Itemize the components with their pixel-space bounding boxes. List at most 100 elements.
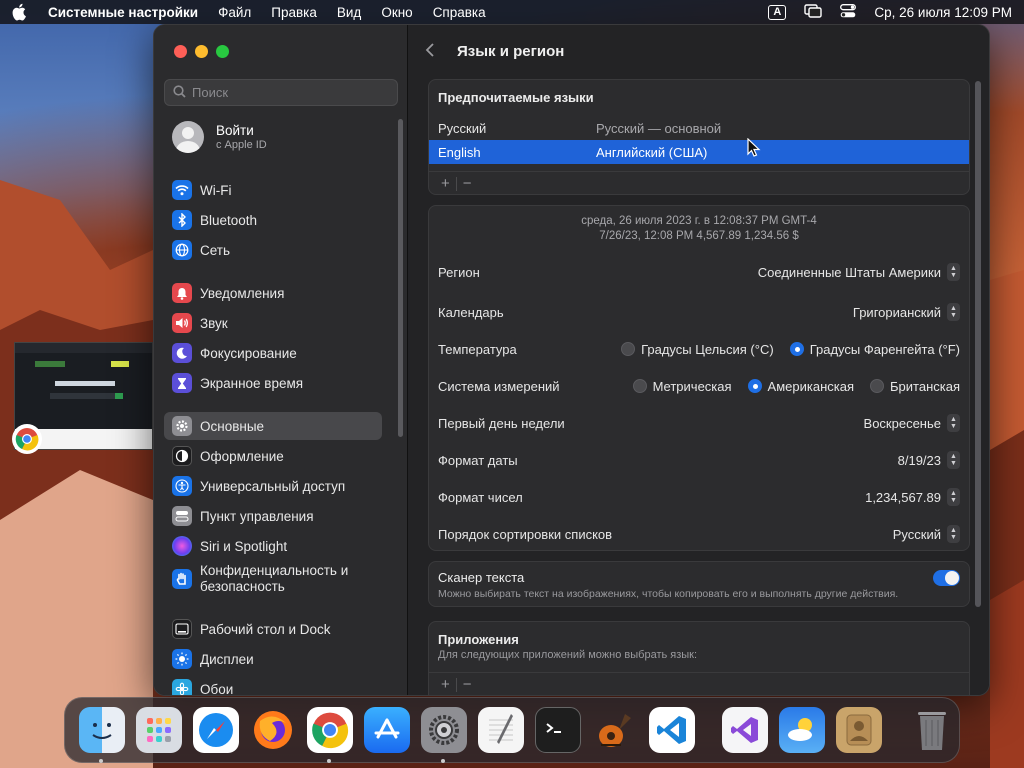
apple-id-signin[interactable]: Войти с Apple ID <box>172 121 267 153</box>
zoom-button[interactable] <box>216 45 229 58</box>
first-day-popup[interactable]: Воскресенье ▲ ▼ <box>864 414 960 432</box>
radio-label: Американская <box>767 378 855 394</box>
us-radio[interactable]: Американская <box>747 378 855 394</box>
add-language-button[interactable]: + <box>435 175 456 192</box>
sidebar-item-sound[interactable]: Звук <box>164 309 382 337</box>
sidebar-item-accessibility[interactable]: Универсальный доступ <box>164 472 382 500</box>
sidebar-item-siri-spotlight[interactable]: Siri и Spotlight <box>164 532 382 560</box>
sidebar-item-label: Уведомления <box>200 285 285 301</box>
pane-header: Язык и регион <box>409 25 989 77</box>
menu-clock[interactable]: Ср, 26 июля 12:09 PM <box>874 5 1012 20</box>
sidebar-scrollbar[interactable] <box>398 119 403 437</box>
celsius-radio[interactable]: Градусы Цельсия (°C) <box>621 342 774 357</box>
sidebar-item-general[interactable]: Основные <box>164 412 382 440</box>
measurement-radio-group: Метрическая Американская Британская <box>632 378 960 394</box>
vscode-icon[interactable] <box>648 707 695 753</box>
sidebar-item-desktop-dock[interactable]: Рабочий стол и Dock <box>164 615 382 643</box>
remove-app-button[interactable]: − <box>457 676 478 693</box>
apple-logo-icon[interactable] <box>12 3 30 21</box>
language-name: English <box>438 144 481 160</box>
menu-app-name[interactable]: Системные настройки <box>48 5 198 20</box>
screen-mirroring-icon[interactable] <box>804 3 823 21</box>
sidebar-item-focus[interactable]: Фокусирование <box>164 339 382 367</box>
control-center-icon <box>172 506 192 526</box>
language-row-russian[interactable]: Русский Русский — основной <box>429 116 969 140</box>
sort-order-popup[interactable]: Русский ▲ ▼ <box>893 525 960 543</box>
weather-icon[interactable] <box>778 707 825 753</box>
radio-label: Метрическая <box>652 378 732 394</box>
menu-file[interactable]: Файл <box>218 5 251 20</box>
app-store-icon[interactable] <box>363 707 410 753</box>
minimize-button[interactable] <box>195 45 208 58</box>
system-settings-icon[interactable] <box>420 707 467 763</box>
fahrenheit-radio[interactable]: Градусы Фаренгейта (°F) <box>789 341 960 357</box>
sidebar-item-control-center[interactable]: Пункт управления <box>164 502 382 530</box>
sidebar-item-label: Пункт управления <box>200 508 314 524</box>
remove-language-button[interactable]: − <box>457 175 478 192</box>
sidebar-item-wallpaper[interactable]: Обои <box>164 675 382 695</box>
preferred-languages-group: Предпочитаемые языки Русский Русский — о… <box>428 79 970 195</box>
moon-icon <box>172 343 192 363</box>
date-format-label: Формат даты <box>438 452 518 468</box>
region-settings-group: среда, 26 июля 2023 г. в 12:08:37 PM GMT… <box>428 205 970 551</box>
safari-icon[interactable] <box>192 707 239 753</box>
temperature-row: Температура Градусы Цельсия (°C) Градусы… <box>438 337 960 361</box>
terminal-icon[interactable] <box>534 707 581 753</box>
control-center-icon[interactable] <box>840 3 857 21</box>
menu-window[interactable]: Окно <box>381 5 412 20</box>
sidebar-item-screen-time[interactable]: Экранное время <box>164 369 382 397</box>
radio-label: Британская <box>890 378 960 394</box>
sidebar-item-label: Фокусирование <box>200 345 297 361</box>
language-row-english[interactable]: English Английский (США) <box>429 140 969 164</box>
garageband-icon[interactable] <box>592 707 638 753</box>
date-format-popup[interactable]: 8/19/23 ▲ ▼ <box>898 451 960 469</box>
chrome-icon[interactable] <box>306 707 353 763</box>
speaker-icon <box>172 313 192 333</box>
trash-icon[interactable] <box>909 707 955 753</box>
firefox-icon[interactable] <box>250 707 296 753</box>
menu-help[interactable]: Справка <box>433 5 486 20</box>
sidebar-item-appearance[interactable]: Оформление <box>164 442 382 470</box>
add-app-button[interactable]: + <box>435 676 456 693</box>
sidebar-item-label: Универсальный доступ <box>200 478 346 494</box>
metric-radio[interactable]: Метрическая <box>632 378 732 394</box>
sidebar-item-bluetooth[interactable]: Bluetooth <box>164 206 382 234</box>
siri-icon <box>172 536 192 556</box>
menu-view[interactable]: Вид <box>337 5 361 20</box>
wallpaper-icon <box>172 679 192 695</box>
main-scrollbar[interactable] <box>975 81 981 607</box>
launchpad-icon[interactable] <box>135 707 182 753</box>
sidebar-item-notifications[interactable]: Уведомления <box>164 279 382 307</box>
sidebar-item-privacy-security[interactable]: Конфиденциальность и безопасность <box>164 559 382 599</box>
language-desc: Русский — основной <box>596 120 722 136</box>
temperature-radio-group: Градусы Цельсия (°C) Градусы Фаренгейта … <box>621 342 960 357</box>
back-button[interactable] <box>425 41 445 62</box>
popup-arrows-icon: ▲ ▼ <box>947 488 960 506</box>
sidebar-item-wifi[interactable]: Wi-Fi <box>164 176 382 204</box>
close-button[interactable] <box>174 45 187 58</box>
textedit-icon[interactable] <box>477 707 524 753</box>
menu-edit[interactable]: Правка <box>271 5 317 20</box>
visual-studio-icon[interactable] <box>721 707 768 753</box>
preview-line-2: 7/26/23, 12:08 PM 4,567.89 1,234.56 $ <box>599 230 799 242</box>
radio-label: Градусы Фаренгейта (°F) <box>809 341 960 357</box>
region-popup[interactable]: Соединенные Штаты Америки ▲ ▼ <box>758 263 960 281</box>
sidebar-item-network[interactable]: Сеть <box>164 236 382 264</box>
finder-icon[interactable] <box>78 707 125 763</box>
first-day-label: Первый день недели <box>438 415 565 431</box>
sidebar-item-displays[interactable]: Дисплеи <box>164 645 382 673</box>
search-field[interactable] <box>164 79 398 106</box>
wifi-icon <box>172 180 192 200</box>
number-format-row: Формат чисел 1,234,567.89 ▲ ▼ <box>438 485 960 509</box>
calendar-popup[interactable]: Григорианский ▲ ▼ <box>853 303 960 321</box>
popup-arrows-icon: ▲ ▼ <box>947 451 960 469</box>
account-title: Войти <box>216 123 254 138</box>
contacts-icon[interactable] <box>835 707 882 753</box>
number-format-popup[interactable]: 1,234,567.89 ▲ ▼ <box>865 488 960 506</box>
live-text-toggle[interactable] <box>933 570 960 586</box>
input-source-icon[interactable]: A <box>768 4 787 20</box>
search-input[interactable] <box>192 85 382 100</box>
uk-radio[interactable]: Британская <box>870 379 960 394</box>
running-indicator <box>440 759 445 763</box>
sidebar-item-label: Bluetooth <box>200 212 258 228</box>
